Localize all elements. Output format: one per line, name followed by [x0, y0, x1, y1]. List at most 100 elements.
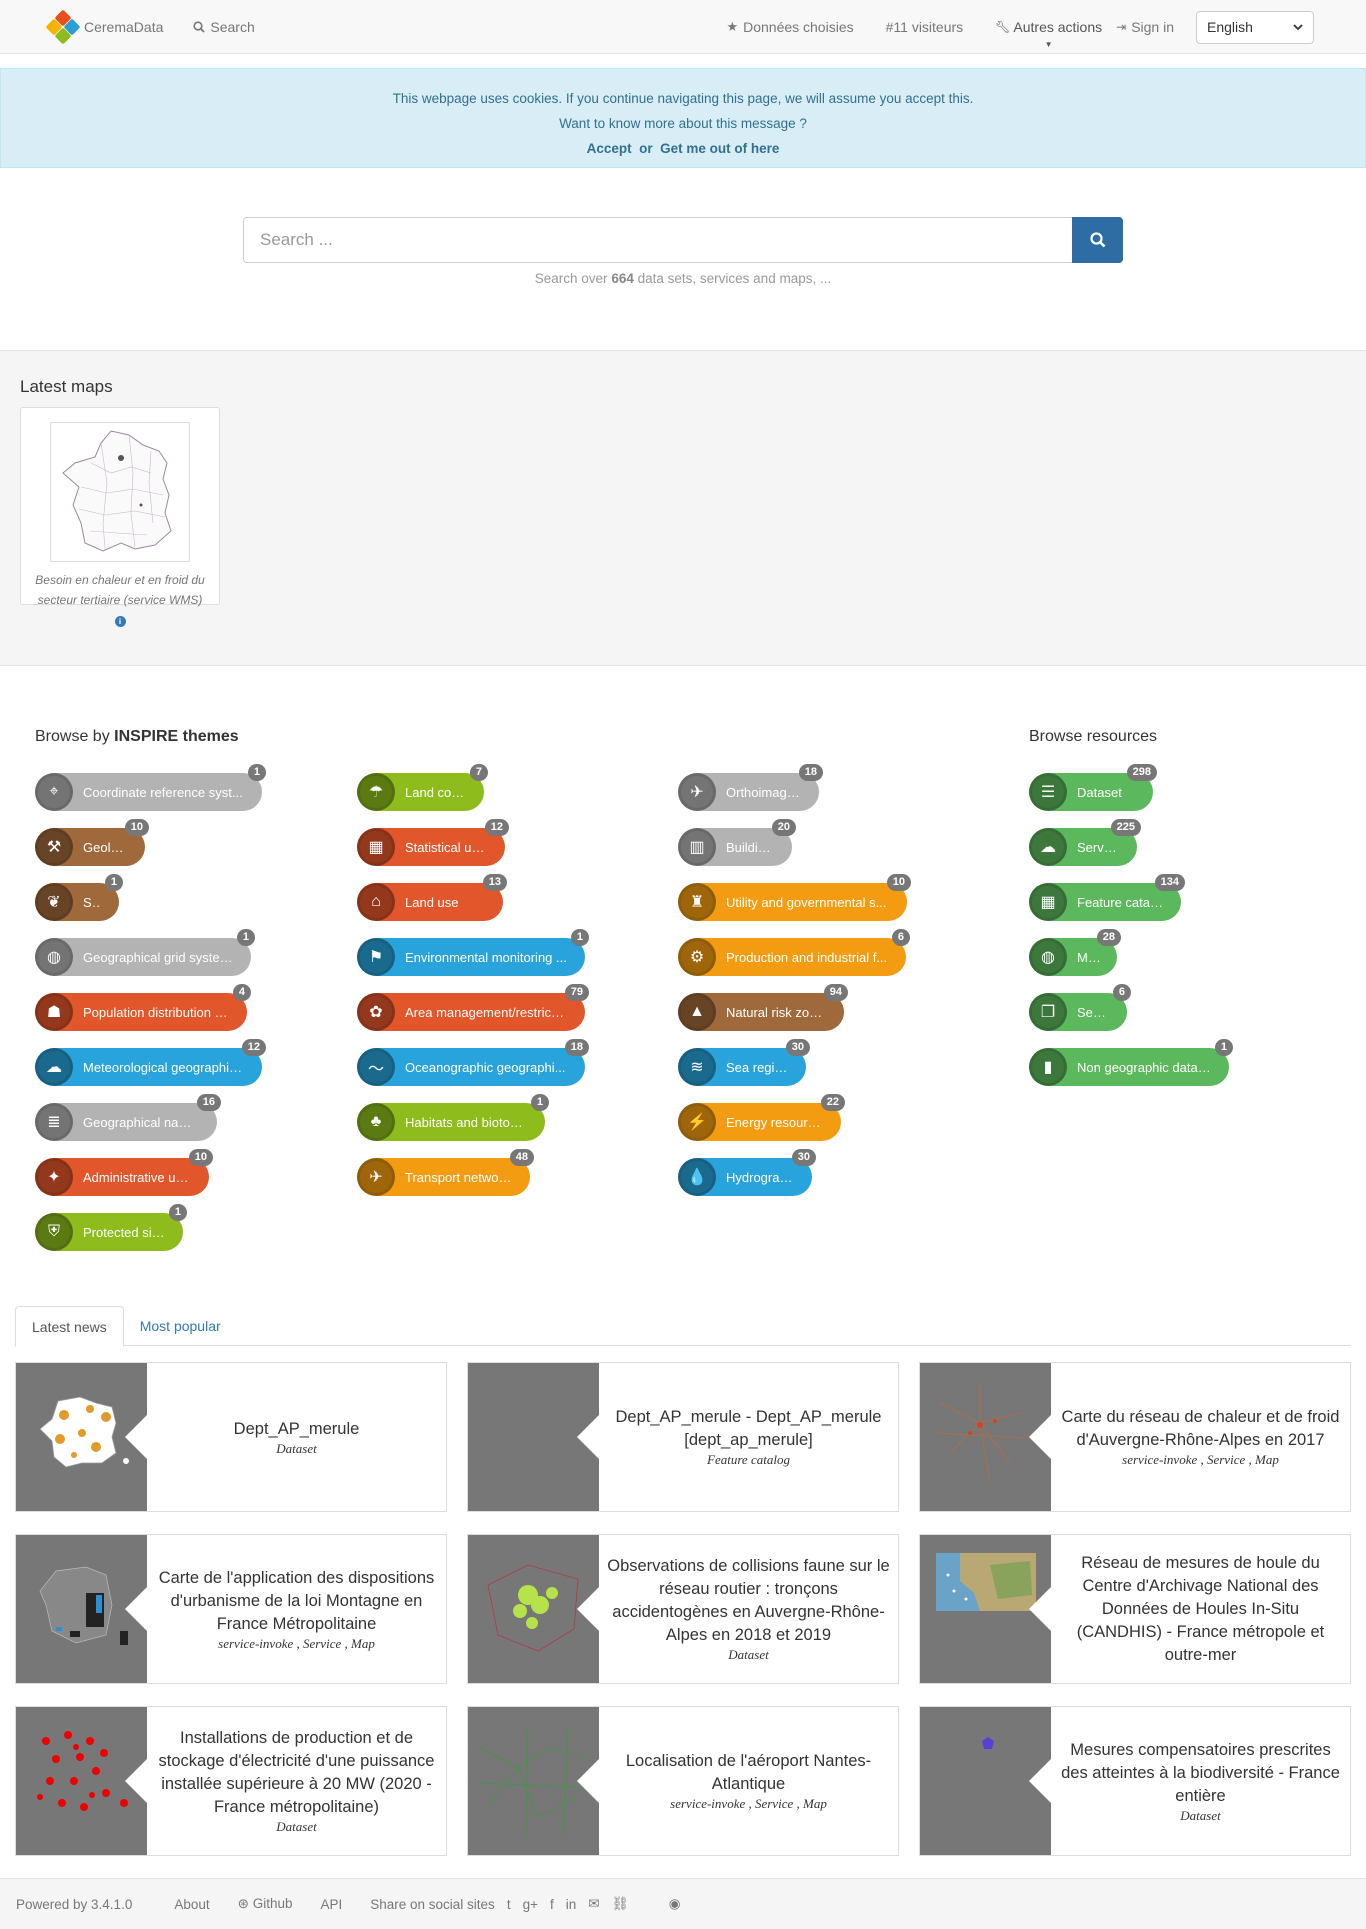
sign-in-link[interactable]: ⇥ Sign in	[1116, 19, 1174, 35]
theme-pill[interactable]: ✈ Transport networks 48	[357, 1149, 534, 1196]
tab-latest-news[interactable]: Latest news	[15, 1306, 124, 1347]
resource-icon: ◍	[1029, 938, 1067, 976]
theme-pill[interactable]: 💧 Hydrography 30	[678, 1149, 816, 1196]
news-card[interactable]: Installations de production et de stocka…	[15, 1706, 447, 1856]
theme-pill[interactable]: ☗ Population distribution — ... 4	[35, 984, 251, 1031]
news-card[interactable]: Mesures compensatoires prescrites des at…	[919, 1706, 1351, 1856]
theme-pill[interactable]: 〜 Oceanographic geographi... 18	[357, 1039, 589, 1086]
news-card[interactable]: Localisation de l'aéroport Nantes-Atlant…	[467, 1706, 899, 1856]
news-card-title[interactable]: Installations de production et de stocka…	[153, 1727, 440, 1819]
news-card[interactable]: Dept_AP_merule - Dept_AP_merule [dept_ap…	[467, 1362, 899, 1512]
theme-icon: ☗	[35, 993, 73, 1031]
theme-pill[interactable]: ⛨ Protected sites 1	[35, 1204, 187, 1251]
theme-label: Area management/restricti...	[405, 1004, 567, 1020]
news-card[interactable]: Carte du réseau de chaleur et de froid d…	[919, 1362, 1351, 1512]
news-card[interactable]: Carte de l'application des dispositions …	[15, 1534, 447, 1684]
theme-label: Soil	[83, 894, 101, 910]
resource-pill[interactable]: ☁ Service 225	[1029, 819, 1141, 866]
top-navbar: CeremaData Search ★ Données choisies #11…	[0, 0, 1366, 54]
linkedin-icon[interactable]: in	[566, 1897, 577, 1912]
resource-pill[interactable]: ◍ Map 28	[1029, 929, 1121, 976]
rss-icon[interactable]: ◉	[669, 1896, 681, 1912]
news-card-title[interactable]: Dept_AP_merule	[234, 1418, 360, 1441]
theme-pill[interactable]: ☂ Land cover 7	[357, 764, 488, 811]
news-card-body: Dept_AP_merule Dataset	[147, 1363, 446, 1511]
news-card-thumbnail	[16, 1363, 147, 1511]
link-icon[interactable]: ⛓	[612, 1896, 629, 1912]
map-card[interactable]: Besoin en chaleur et en froid du secteur…	[20, 407, 220, 627]
news-card[interactable]: Dept_AP_merule Dataset	[15, 1362, 447, 1512]
other-actions-label: Autres actions	[1013, 19, 1103, 35]
footer-api-link[interactable]: API	[320, 1897, 342, 1912]
nav-search-link[interactable]: Search	[193, 18, 255, 35]
browse-resources-title: Browse resources	[1029, 728, 1158, 745]
search-input[interactable]: Search ...	[243, 217, 1072, 263]
news-card-title[interactable]: Observations de collisions faune sur le …	[605, 1555, 892, 1647]
theme-pill[interactable]: ❦ Soil1	[35, 874, 123, 921]
other-actions-menu[interactable]: 🔧︎ Autres actions ▼	[995, 19, 1103, 49]
resource-label: Service	[1077, 839, 1119, 855]
theme-pill[interactable]: ≋ Sea regions 30	[678, 1039, 810, 1086]
news-card-title[interactable]: Localisation de l'aéroport Nantes-Atlant…	[605, 1750, 892, 1796]
theme-pill[interactable]: ♜ Utility and governmental s... 10	[678, 874, 911, 921]
theme-icon: ⚙	[678, 938, 716, 976]
news-card-type: Dataset	[728, 1647, 769, 1662]
theme-pill[interactable]: ⚒ Geology 10	[35, 819, 149, 866]
theme-pill[interactable]: ✈ Orthoimagery 18	[678, 764, 823, 811]
cookie-or-text: or	[639, 141, 653, 156]
theme-pill[interactable]: ⌂ Land use 13	[357, 874, 507, 921]
news-card[interactable]: Observations de collisions faune sur le …	[467, 1534, 899, 1684]
news-card-title[interactable]: Carte de l'application des dispositions …	[153, 1567, 440, 1636]
news-card-thumbnail	[468, 1363, 599, 1511]
news-card-thumbnail	[920, 1707, 1051, 1855]
theme-count-badge: 12	[484, 819, 509, 836]
visitors-count: #11 visiteurs	[886, 19, 964, 35]
info-icon[interactable]: i	[114, 616, 126, 627]
theme-icon: ☁	[35, 1048, 73, 1086]
email-icon[interactable]: ✉	[588, 1896, 599, 1912]
theme-icon: ✈	[357, 1158, 395, 1196]
news-card-title[interactable]: Dept_AP_merule - Dept_AP_merule [dept_ap…	[605, 1406, 892, 1452]
twitter-icon[interactable]: t	[507, 1897, 511, 1912]
resource-pill[interactable]: ▮ Non geographic dataset 1	[1029, 1039, 1233, 1086]
theme-pill[interactable]: ▥ Buildings 20	[678, 819, 796, 866]
resource-pill[interactable]: ☰ Dataset 298	[1029, 764, 1157, 811]
cookie-more-link[interactable]: Want to know more about this message ?	[1, 111, 1365, 136]
resource-pill[interactable]: ❐ Series6	[1029, 984, 1131, 1031]
news-card[interactable]: Réseau de mesures de houle du Centre d'A…	[919, 1534, 1351, 1684]
search-section: Search ... Search over 664 data sets, se…	[0, 168, 1366, 318]
theme-pill[interactable]: ⚑ Environmental monitoring ... 1	[357, 929, 589, 976]
theme-icon: ⌖	[35, 773, 73, 811]
theme-pill[interactable]: ♣ Habitats and biotopes 1	[357, 1094, 549, 1141]
theme-pill[interactable]: ⚡ Energy resources 22	[678, 1094, 845, 1141]
theme-pill[interactable]: ▦ Statistical units 12	[357, 819, 509, 866]
news-card-body: Carte du réseau de chaleur et de froid d…	[1051, 1363, 1350, 1511]
chosen-data-link[interactable]: ★ Données choisies	[726, 19, 853, 35]
theme-count-badge: 30	[785, 1039, 810, 1056]
theme-pill[interactable]: ☁ Meteorological geographic... 12	[35, 1039, 266, 1086]
news-card-title[interactable]: Réseau de mesures de houle du Centre d'A…	[1057, 1552, 1344, 1667]
brand-link[interactable]: CeremaData	[45, 9, 163, 44]
theme-pill[interactable]: ◍ Geographical grid systems 1	[35, 929, 255, 976]
search-hint-suffix: data sets, services and maps, ...	[637, 271, 832, 286]
facebook-icon[interactable]: f	[550, 1897, 554, 1912]
footer-about-link[interactable]: About	[174, 1897, 209, 1912]
theme-pill[interactable]: ▲ Natural risk zones 94	[678, 984, 848, 1031]
cookie-accept-link[interactable]: Accept	[587, 141, 632, 156]
news-card-title[interactable]: Mesures compensatoires prescrites des at…	[1057, 1739, 1344, 1808]
search-button[interactable]	[1072, 217, 1123, 263]
theme-pill[interactable]: ✿ Area management/restricti... 79	[357, 984, 589, 1031]
resource-label: Series	[1077, 1004, 1109, 1020]
news-card-title[interactable]: Carte du réseau de chaleur et de froid d…	[1057, 1406, 1344, 1452]
theme-pill[interactable]: ⌖ Coordinate reference syst... 1	[35, 764, 266, 811]
theme-pill[interactable]: ✦ Administrative units 10	[35, 1149, 213, 1196]
theme-pill[interactable]: ≣ Geographical names 16	[35, 1094, 221, 1141]
cookie-leave-link[interactable]: Get me out of here	[660, 141, 779, 156]
tab-most-popular[interactable]: Most popular	[124, 1306, 237, 1345]
resource-pill[interactable]: ▦ Feature catalog 134	[1029, 874, 1185, 921]
language-select[interactable]: English	[1196, 10, 1314, 44]
nav-search-label: Search	[210, 18, 255, 35]
google-plus-icon[interactable]: g+	[523, 1897, 538, 1912]
theme-pill[interactable]: ⚙ Production and industrial f... 6	[678, 929, 910, 976]
footer-github-link[interactable]: ⊛ Github	[238, 1896, 293, 1912]
